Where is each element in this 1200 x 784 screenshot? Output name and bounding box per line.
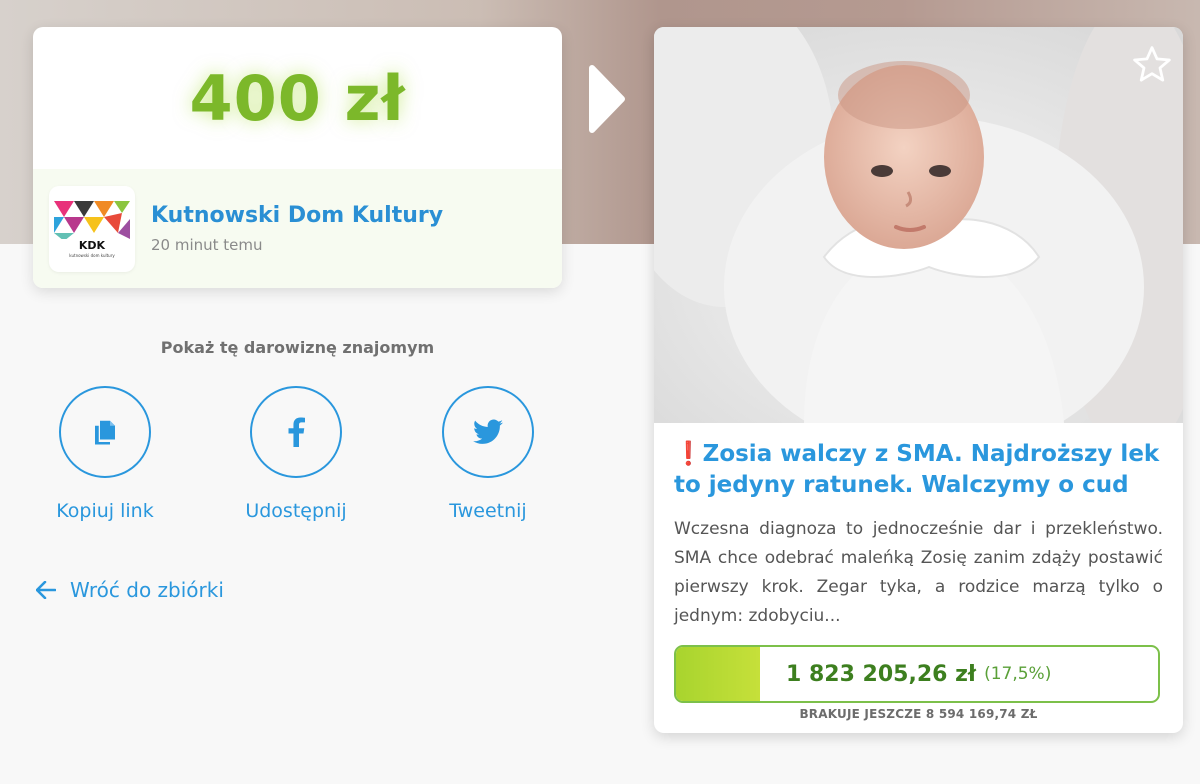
campaign-image[interactable]	[654, 27, 1183, 423]
raised-amount: 1 823 205,26 zł	[786, 661, 977, 687]
tweet-label: Tweetnij	[449, 500, 527, 522]
arrow-left-icon	[36, 581, 56, 599]
donor-logo[interactable]: KDK kutnowski dom kultury	[49, 185, 135, 272]
donation-amount: 400 zł	[189, 61, 406, 135]
facebook-share-label: Udostępnij	[245, 500, 347, 522]
baby-photo	[654, 27, 1183, 423]
campaign-card[interactable]: ❗Zosia walczy z SMA. Najdroższy lek to j…	[654, 27, 1183, 733]
donor-info: Kutnowski Dom Kultury 20 minut temu	[151, 203, 443, 254]
kdk-logo-icon: KDK kutnowski dom kultury	[54, 200, 130, 258]
back-link-label: Wróć do zbiórki	[70, 578, 224, 602]
copy-link-circle[interactable]	[59, 386, 151, 478]
donor-name-link[interactable]: Kutnowski Dom Kultury	[151, 203, 443, 228]
progress-bar: 1 823 205,26 zł (17,5%)	[674, 645, 1160, 703]
campaign-title-text: Zosia walczy z SMA. Najdroższy lek to je…	[674, 441, 1160, 498]
raised-percent: (17,5%)	[984, 664, 1052, 684]
campaign-title[interactable]: ❗Zosia walczy z SMA. Najdroższy lek to j…	[674, 439, 1163, 501]
donor-row: KDK kutnowski dom kultury Kutnowski Dom …	[33, 169, 562, 288]
svg-text:KDK: KDK	[79, 239, 106, 252]
campaign-body: ❗Zosia walczy z SMA. Najdroższy lek to j…	[654, 423, 1183, 721]
facebook-icon	[288, 417, 305, 447]
donation-card: 400 zł KDK kutnowski dom kultury Kutnows…	[33, 27, 562, 288]
next-arrow-icon[interactable]	[586, 64, 628, 134]
progress-text: 1 823 205,26 zł (17,5%)	[786, 647, 1051, 701]
donor-time: 20 minut temu	[151, 236, 263, 254]
share-heading: Pokaż tę darowiznę znajomym	[160, 338, 435, 357]
twitter-icon	[473, 419, 503, 444]
tweet-button[interactable]: Tweetnij	[418, 386, 558, 522]
missing-amount: BRAKUJE JESZCZE 8 594 169,74 ZŁ	[799, 707, 1038, 721]
urgent-icon: ❗	[674, 441, 703, 467]
amount-area: 400 zł	[33, 27, 562, 169]
copy-link-label: Kopiuj link	[56, 500, 154, 522]
copy-link-button[interactable]: Kopiuj link	[35, 386, 175, 522]
back-to-campaign-link[interactable]: Wróć do zbiórki	[36, 578, 224, 602]
tweet-circle[interactable]	[442, 386, 534, 478]
svg-text:kutnowski dom kultury: kutnowski dom kultury	[69, 253, 115, 258]
campaign-description: Wczesna diagnoza to jednocześnie dar i p…	[674, 519, 1163, 626]
copy-icon	[95, 420, 115, 445]
facebook-share-circle[interactable]	[250, 386, 342, 478]
progress-fill	[676, 647, 761, 701]
facebook-share-button[interactable]: Udostępnij	[226, 386, 366, 522]
favorite-star-icon[interactable]	[1131, 45, 1173, 85]
